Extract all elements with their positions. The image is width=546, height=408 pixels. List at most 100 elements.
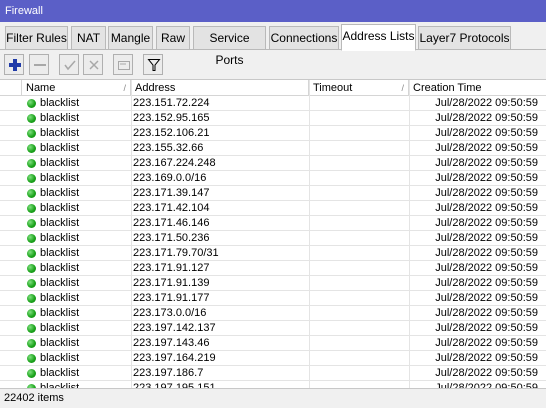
disable-button[interactable] [83,54,103,75]
cell-name: blacklist [40,172,80,184]
tab-filter-rules[interactable]: Filter Rules [5,26,68,50]
cell-timeout [310,231,408,246]
cell-creation-time: Jul/28/2022 09:50:59 [435,97,538,109]
status-dot-icon [27,309,36,318]
cell-name: blacklist [40,367,80,379]
cell-timeout [310,216,408,231]
table-row[interactable]: blacklist 223.171.79.70/31 Jul/28/2022 09:… [0,246,546,261]
status-dot-icon [27,324,36,333]
minus-icon [34,64,46,66]
cell-name: blacklist [40,247,80,259]
tab-raw[interactable]: Raw [156,26,190,50]
table-row[interactable]: blacklist 223.171.42.104 Jul/28/2022 09:50… [0,201,546,216]
status-dot-icon [27,264,36,273]
table-row[interactable]: blacklist 223.151.72.224 Jul/28/2022 09:50… [0,96,546,111]
cell-creation-time: Jul/28/2022 09:50:59 [435,322,538,334]
header-address-label: Address [135,82,176,94]
cell-timeout [310,126,408,141]
cell-creation-time: Jul/28/2022 09:50:59 [435,157,538,169]
status-bar: 22402 items [0,388,546,408]
tab-nat[interactable]: NAT [71,26,106,50]
cell-creation-time: Jul/28/2022 09:50:59 [435,202,538,214]
header-timeout[interactable]: Timeout / [309,80,409,96]
table-row[interactable]: blacklist 223.171.91.127 Jul/28/2022 09:50… [0,261,546,276]
add-button[interactable] [4,54,24,75]
cell-address: 223.152.106.21 [133,127,210,139]
status-dot-icon [27,279,36,288]
cell-address: 223.171.46.146 [133,217,210,229]
status-dot-icon [27,339,36,348]
cell-name: blacklist [40,97,80,109]
cell-name: blacklist [40,277,80,289]
status-dot-icon [27,369,36,378]
toolbar [0,50,546,79]
cell-timeout [310,366,408,381]
cell-creation-time: Jul/28/2022 09:50:59 [435,172,538,184]
cell-timeout [310,276,408,291]
table-row[interactable]: blacklist 223.152.106.21 Jul/28/2022 09:50… [0,126,546,141]
item-count: 22402 items [4,392,64,404]
cell-name: blacklist [40,307,80,319]
header-creation-time[interactable]: Creation Time [409,80,546,96]
remove-button[interactable] [29,54,49,75]
tab-service-ports[interactable]: Service Ports [193,26,266,67]
tab-layer7-protocols[interactable]: Layer7 Protocols [418,26,511,50]
table-row[interactable]: blacklist 223.171.50.236 Jul/28/2022 09:50… [0,231,546,246]
cell-address: 223.155.32.66 [133,142,204,154]
cell-creation-time: Jul/28/2022 09:50:59 [435,247,538,259]
tab-mangle[interactable]: Mangle [108,26,153,50]
cell-timeout [310,96,408,111]
cell-name: blacklist [40,352,80,364]
header-creation-time-label: Creation Time [413,82,482,94]
cell-address: 223.171.39.147 [133,187,210,199]
status-dot-icon [27,204,36,213]
table-row[interactable]: blacklist 223.197.142.137 Jul/28/2022 09:5… [0,321,546,336]
enable-button[interactable] [59,54,79,75]
comment-button[interactable] [113,54,133,75]
tab-connections[interactable]: Connections [269,26,339,50]
cell-address: 223.171.91.127 [133,262,210,274]
table-row[interactable]: blacklist 223.167.224.248 Jul/28/2022 09:5… [0,156,546,171]
plus-icon [9,59,21,71]
header-timeout-label: Timeout [313,82,353,94]
cell-address: 223.197.143.46 [133,337,210,349]
table-row[interactable]: blacklist 223.171.91.177 Jul/28/2022 09:50… [0,291,546,306]
table-row[interactable]: blacklist 223.171.39.147 Jul/28/2022 09:50… [0,186,546,201]
filter-icon [147,59,161,71]
cell-address: 223.171.91.177 [133,292,210,304]
status-dot-icon [27,294,36,303]
table-row[interactable]: blacklist 223.197.143.46 Jul/28/2022 09:50… [0,336,546,351]
table-row[interactable]: blacklist 223.155.32.66 Jul/28/2022 09:50:… [0,141,546,156]
cell-timeout [310,336,408,351]
table-row[interactable]: blacklist 223.152.95.165 Jul/28/2022 09:50… [0,111,546,126]
table-row[interactable]: blacklist 223.197.164.219 Jul/28/2022 09:5… [0,351,546,366]
table-row[interactable]: blacklist 223.169.0.0/16 Jul/28/2022 09:50… [0,171,546,186]
cell-name: blacklist [40,127,80,139]
cell-timeout [310,381,408,388]
comment-icon [118,61,130,70]
cell-creation-time: Jul/28/2022 09:50:59 [435,337,538,349]
status-dot-icon [27,114,36,123]
table-row[interactable]: blacklist 223.171.46.146 Jul/28/2022 09:50… [0,216,546,231]
cell-creation-time: Jul/28/2022 09:50:59 [435,352,538,364]
header-name[interactable]: Name / [22,80,131,96]
cell-timeout [310,186,408,201]
cell-name: blacklist [40,232,80,244]
status-dot-icon [27,249,36,258]
cell-address: 223.169.0.0/16 [133,172,207,184]
cell-name: blacklist [40,382,80,388]
cell-address: 223.151.72.224 [133,97,210,109]
filter-button[interactable] [143,54,163,75]
status-dot-icon [27,144,36,153]
table-row[interactable]: blacklist 223.173.0.0/16 Jul/28/2022 09:50… [0,306,546,321]
table-row[interactable]: blacklist 223.197.195.151 Jul/28/2022 09:5… [0,381,546,388]
tab-address-lists[interactable]: Address Lists [341,24,416,51]
header-address[interactable]: Address [131,80,309,96]
cell-timeout [310,321,408,336]
cell-name: blacklist [40,337,80,349]
cell-address: 223.197.142.137 [133,322,216,334]
cell-timeout [310,291,408,306]
check-icon [64,60,76,71]
table-row[interactable]: blacklist 223.197.186.7 Jul/28/2022 09:50:… [0,366,546,381]
table-row[interactable]: blacklist 223.171.91.139 Jul/28/2022 09:50… [0,276,546,291]
